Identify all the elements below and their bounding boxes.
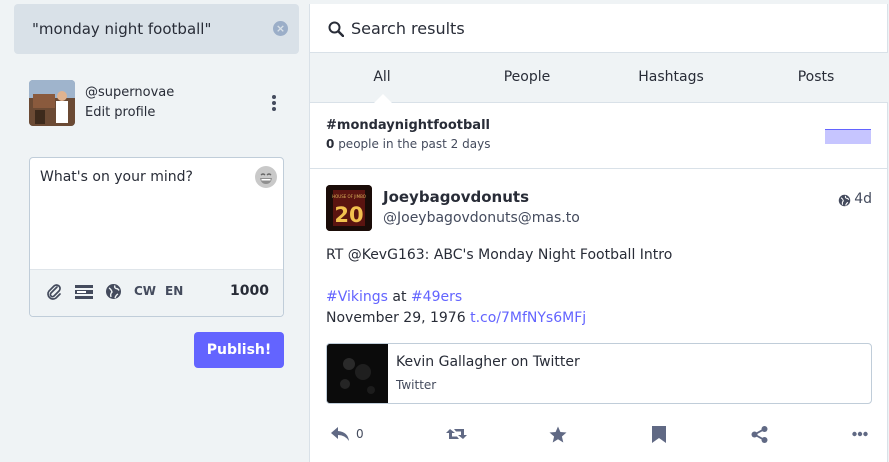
character-counter: 1000 [230, 283, 269, 299]
search-query[interactable]: "monday night football" [32, 20, 211, 38]
paperclip-icon[interactable] [46, 283, 62, 304]
language-button[interactable]: EN [165, 284, 183, 298]
search-input[interactable]: "monday night football" × [14, 4, 299, 54]
tab-posts[interactable]: Posts [746, 69, 886, 85]
reply-count: 0 [356, 427, 364, 441]
bookmark-icon [652, 425, 666, 443]
tab-all[interactable]: All [312, 69, 452, 85]
search-icon [328, 21, 345, 41]
globe-icon[interactable] [105, 283, 122, 303]
clear-icon[interactable]: × [273, 21, 288, 36]
account-handle[interactable]: @Joeybagovdonuts@mas.to [383, 210, 580, 226]
hashtag-sparkline [825, 129, 871, 144]
page-title: Search results [351, 19, 465, 38]
status-line-date: November 29, 1976 t.co/7MfNYs6MFj [326, 310, 587, 326]
hashtag-usage: 0 people in the past 2 days [326, 137, 490, 151]
publish-button[interactable]: Publish! [194, 332, 284, 368]
hashtag-link[interactable]: #Vikings [326, 289, 388, 305]
compose-toolbar: CW EN 1000 [30, 269, 283, 316]
card-title: Kevin Gallagher on Twitter [396, 354, 580, 370]
poll-icon[interactable] [75, 284, 93, 303]
hashtag-link[interactable]: #49ers [411, 289, 462, 305]
boost-icon [446, 429, 467, 439]
status-post[interactable]: HOUSE OF JIMBO 20 Joeybagovdonuts @Joeyb… [310, 170, 888, 462]
hashtag-name[interactable]: #mondaynightfootball [326, 118, 490, 133]
avatar[interactable] [29, 80, 75, 126]
card-thumbnail [327, 344, 388, 403]
share-button[interactable] [751, 422, 768, 446]
edit-profile-link[interactable]: Edit profile [85, 105, 155, 120]
status-line: RT @KevG163: ABC's Monday Night Football… [326, 247, 673, 263]
tab-people[interactable]: People [457, 69, 597, 85]
favourite-button[interactable] [549, 422, 567, 446]
tab-hashtags[interactable]: Hashtags [601, 69, 741, 85]
more-button[interactable] [852, 422, 868, 446]
status-content: RT @KevG163: ABC's Monday Night Football… [326, 245, 672, 329]
compose-form: What's on your mind? CW EN 1000 [29, 157, 284, 317]
avatar[interactable]: HOUSE OF JIMBO 20 [326, 185, 372, 231]
more-icon [852, 431, 868, 437]
display-name[interactable]: Joeybagovdonuts [383, 188, 529, 206]
hashtag-usage-count: 0 [326, 137, 335, 151]
globe-icon [838, 192, 851, 211]
emoji-icon[interactable] [255, 166, 277, 188]
hashtag-usage-text: people in the past 2 days [338, 137, 491, 151]
boost-button[interactable] [446, 422, 467, 446]
kebab-menu-icon[interactable] [270, 94, 278, 112]
results-tabs: All People Hashtags Posts [310, 53, 888, 104]
compose-textarea[interactable]: What's on your mind? [40, 169, 193, 185]
bookmark-button[interactable] [652, 422, 666, 446]
avatar-number: 20 [334, 203, 363, 227]
card-provider: Twitter [396, 378, 437, 392]
reply-icon [331, 427, 349, 441]
reply-button[interactable]: 0 [330, 422, 364, 446]
share-icon [751, 425, 768, 443]
status-timestamp[interactable]: 4d [854, 191, 872, 207]
status-action-bar: 0 [310, 422, 888, 452]
hashtag-result[interactable]: #mondaynightfootball 0 people in the pas… [310, 103, 888, 169]
search-results-panel: Search results All People Hashtags Posts… [309, 4, 888, 462]
link-preview-card[interactable]: Kevin Gallagher on Twitter Twitter [326, 343, 872, 404]
profile-handle[interactable]: @supernovae [85, 85, 174, 100]
content-warning-button[interactable]: CW [134, 284, 156, 298]
results-header: Search results [310, 4, 888, 53]
profile-block: @supernovae Edit profile [29, 80, 284, 128]
left-column: "monday night football" × @supernovae Ed… [0, 0, 300, 462]
svg-text:HOUSE OF JIMBO: HOUSE OF JIMBO [332, 194, 366, 199]
status-line-tags: #Vikings at #49ers [326, 289, 463, 305]
star-icon [549, 426, 567, 442]
external-link[interactable]: t.co/7MfNYs6MFj [470, 310, 586, 326]
